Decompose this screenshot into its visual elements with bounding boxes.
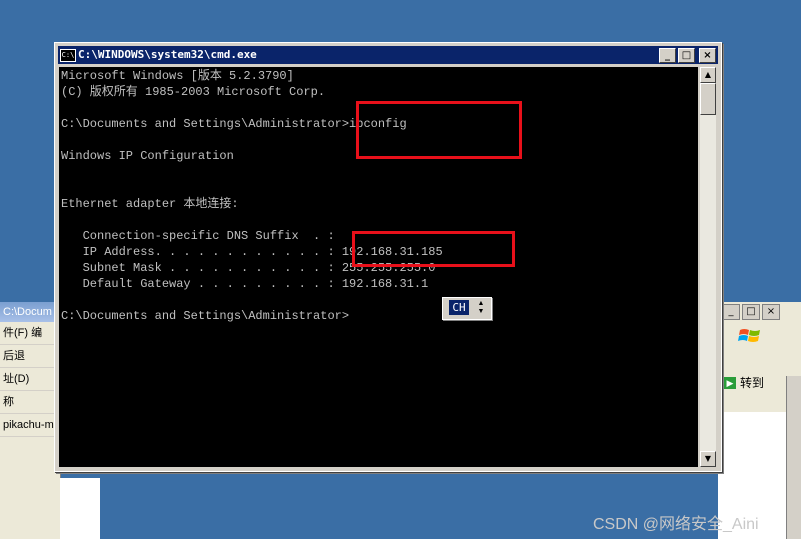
maximize-button[interactable]: □ [678, 48, 695, 63]
vertical-scrollbar[interactable]: ▲ ▼ [700, 67, 716, 467]
background-window-controls: _ □ × [722, 304, 780, 320]
windows-logo-icon [738, 329, 760, 342]
close-icon[interactable]: × [762, 304, 780, 320]
file-list-item[interactable]: pikachu-m [0, 414, 60, 437]
cmd-app-icon[interactable]: C:\ [60, 49, 76, 62]
scroll-down-icon[interactable]: ▼ [700, 451, 716, 467]
maximize-icon[interactable]: □ [742, 304, 760, 320]
window-controls: _ □ × [659, 48, 716, 63]
console-line: Ethernet adapter 本地连接: [61, 197, 239, 211]
watermark: CSDN @网络安全_Aini [593, 516, 759, 533]
highlight-ip-address [352, 231, 515, 267]
background-menu-bar[interactable]: 件(F) 编 [0, 322, 60, 345]
back-button[interactable]: 后退 [0, 345, 60, 368]
cmd-titlebar[interactable]: C:\ C:\WINDOWS\system32\cmd.exe _ □ × [58, 46, 718, 64]
close-button[interactable]: × [699, 48, 716, 63]
console-prompt: C:\Documents and Settings\Administrator> [61, 309, 350, 323]
go-label: 转到 [740, 376, 765, 390]
console-line: C:\Documents and Settings\Administrator>… [61, 117, 407, 131]
background-scrollbar[interactable] [786, 376, 801, 539]
window-title: C:\WINDOWS\system32\cmd.exe [78, 48, 257, 61]
console-line: (C) 版权所有 1985-2003 Microsoft Corp. [61, 85, 326, 99]
console-line: Default Gateway . . . . . . . . . : 192.… [61, 277, 429, 291]
console-line: Connection-specific DNS Suffix . : [61, 229, 335, 243]
scroll-up-icon[interactable]: ▲ [700, 67, 716, 83]
address-label: 址(D) [0, 368, 60, 391]
background-explorer-window: C:\Docum 件(F) 编 后退 址(D) 称 pikachu-m [0, 302, 61, 539]
go-arrow-icon: ▶ [724, 376, 736, 389]
background-window-title[interactable]: C:\Docum [0, 302, 60, 322]
go-button[interactable]: ▶ 转到 [724, 374, 764, 391]
ime-indicator[interactable]: CH ▲ ▼ [442, 297, 492, 320]
highlight-ipconfig-command [356, 101, 522, 159]
scroll-thumb[interactable] [700, 83, 716, 115]
background-pane [60, 478, 100, 539]
minimize-button[interactable]: _ [659, 48, 676, 63]
minimize-icon[interactable]: _ [722, 304, 740, 320]
name-column-header[interactable]: 称 [0, 391, 60, 414]
console-line: Microsoft Windows [版本 5.2.3790] [61, 69, 294, 83]
ime-language-label[interactable]: CH [449, 300, 469, 315]
ime-spin-icon[interactable]: ▲ ▼ [475, 300, 487, 316]
console-line: Windows IP Configuration [61, 149, 234, 163]
